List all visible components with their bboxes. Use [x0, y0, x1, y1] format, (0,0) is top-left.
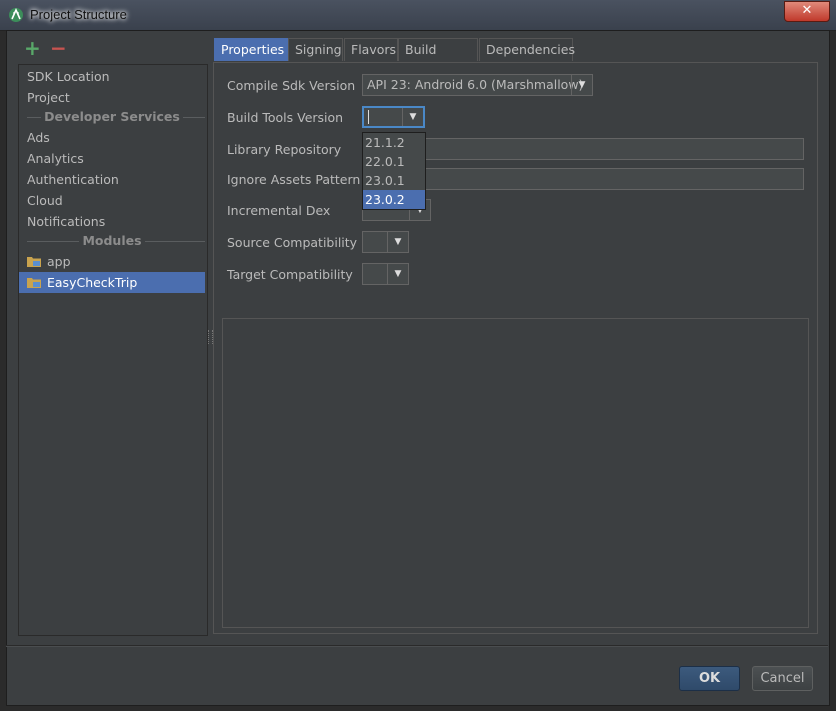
sidebar-item-analytics[interactable]: Analytics — [19, 148, 205, 169]
dropdown-option[interactable]: 22.0.1 — [363, 152, 425, 171]
title-bar[interactable]: Project Structure ✕ — [0, 0, 836, 31]
tab-properties[interactable]: Properties — [214, 38, 288, 61]
details-panel — [222, 318, 809, 628]
build-tools-dropdown: 21.1.2 22.0.1 23.0.1 23.0.2 — [362, 132, 426, 210]
window-title: Project Structure — [30, 7, 127, 22]
android-studio-icon — [9, 8, 23, 22]
sidebar-item-sdk-location[interactable]: SDK Location — [19, 66, 205, 87]
sidebar-item-app[interactable]: app — [19, 251, 205, 272]
tab-build-types[interactable]: Build Types — [398, 38, 478, 79]
chevron-down-icon[interactable]: ▼ — [387, 232, 408, 252]
library-repository-label: Library Repository — [227, 142, 342, 157]
target-compatibility-combo[interactable]: ▼ — [362, 263, 409, 285]
compile-sdk-label: Compile Sdk Version — [227, 78, 356, 93]
incremental-dex-label: Incremental Dex — [227, 203, 331, 218]
compile-sdk-value: API 23: Android 6.0 (Marshmallow) — [367, 77, 584, 92]
sidebar-item-ads[interactable]: Ads — [19, 127, 205, 148]
library-repository-field[interactable] — [362, 138, 804, 160]
build-tools-combo[interactable]: ▼ — [362, 106, 425, 128]
source-compatibility-label: Source Compatibility — [227, 235, 358, 250]
chevron-down-icon[interactable]: ▼ — [387, 264, 408, 284]
module-label: EasyCheckTrip — [47, 275, 138, 290]
dropdown-option[interactable]: 23.0.1 — [363, 171, 425, 190]
add-icon[interactable]: + — [24, 38, 41, 58]
sidebar: SDK Location Project Developer Services … — [18, 64, 208, 636]
target-compatibility-label: Target Compatibility — [227, 267, 353, 282]
section-modules: Modules — [19, 231, 205, 251]
tab-flavors[interactable]: Flavors — [344, 38, 398, 61]
chevron-down-icon[interactable]: ▼ — [571, 75, 592, 95]
compile-sdk-combo[interactable]: API 23: Android 6.0 (Marshmallow) ▼ — [362, 74, 593, 96]
dropdown-option-selected[interactable]: 23.0.2 — [363, 190, 425, 209]
module-label: app — [47, 254, 71, 269]
section-developer-services: Developer Services — [19, 107, 205, 127]
ok-button[interactable]: OK — [679, 666, 740, 691]
sidebar-item-cloud[interactable]: Cloud — [19, 190, 205, 211]
module-folder-icon — [27, 278, 41, 288]
sidebar-item-project[interactable]: Project — [19, 87, 205, 108]
sidebar-item-notifications[interactable]: Notifications — [19, 211, 205, 232]
build-tools-label: Build Tools Version — [227, 110, 344, 125]
section-label: Modules — [79, 233, 145, 248]
dropdown-option[interactable]: 21.1.2 — [363, 133, 425, 152]
sidebar-item-easychecktrip[interactable]: EasyCheckTrip — [19, 272, 205, 293]
cancel-button[interactable]: Cancel — [752, 666, 813, 691]
remove-icon[interactable]: − — [50, 38, 67, 58]
footer-divider — [6, 645, 828, 647]
ignore-assets-field[interactable] — [362, 168, 804, 190]
source-compatibility-combo[interactable]: ▼ — [362, 231, 409, 253]
section-label: Developer Services — [41, 109, 183, 124]
tab-dependencies[interactable]: Dependencies — [479, 38, 575, 61]
module-folder-icon — [27, 257, 41, 267]
sidebar-item-authentication[interactable]: Authentication — [19, 169, 205, 190]
chevron-down-icon[interactable]: ▼ — [402, 108, 423, 126]
tab-signing[interactable]: Signing — [288, 38, 343, 61]
ignore-assets-label: Ignore Assets Pattern — [227, 172, 361, 187]
text-cursor — [368, 110, 369, 124]
close-button[interactable]: ✕ — [784, 1, 830, 22]
